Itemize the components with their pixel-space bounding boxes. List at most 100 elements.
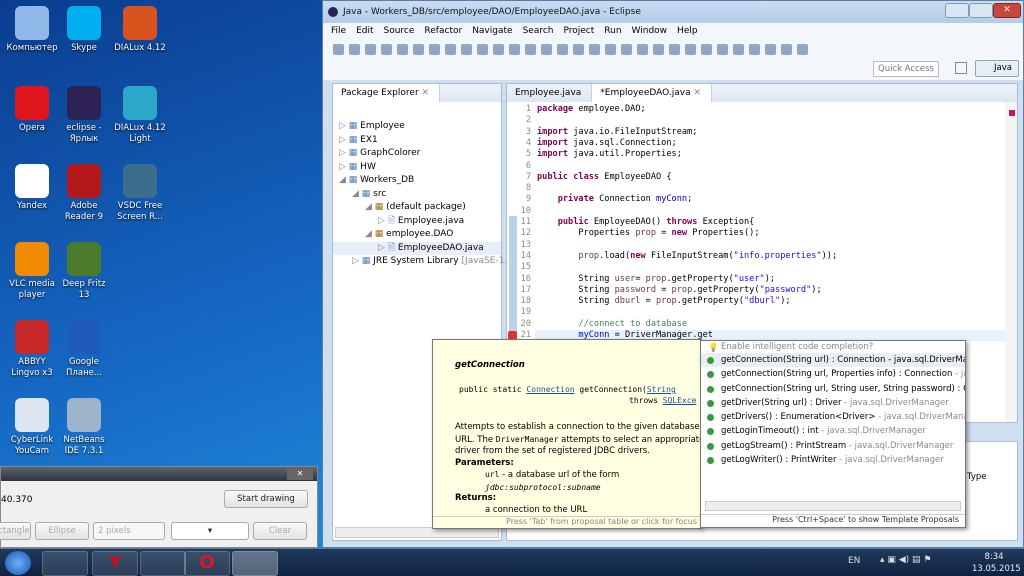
toolbar-button-icon[interactable]: [541, 43, 552, 55]
sqlexception-link[interactable]: SQLExce: [663, 396, 697, 405]
opera-taskbar-icon[interactable]: O: [184, 551, 230, 576]
vertical-scrollbar[interactable]: [1005, 102, 1017, 422]
desktop-icon[interactable]: ABBYY Lingvo x3: [4, 320, 60, 379]
language-indicator[interactable]: EN: [848, 556, 860, 566]
tree-item[interactable]: ▷ 🗎 EmployeeDAO.java: [333, 241, 501, 255]
toolbar-button-icon[interactable]: [653, 43, 664, 55]
tree-item[interactable]: ▷ 🗎 Employee.java: [333, 215, 501, 229]
expand-arrow-icon[interactable]: ▷: [339, 148, 349, 158]
tree-item[interactable]: ▷ ▦ HW: [333, 161, 501, 175]
expand-arrow-icon[interactable]: ◢: [365, 202, 375, 212]
desktop-icon[interactable]: eclipse - Ярлык: [56, 86, 112, 145]
tree-item[interactable]: ◢ ▦ src: [333, 188, 501, 202]
proposal-item[interactable]: getDrivers() : Enumeration<Driver> - jav…: [701, 410, 965, 424]
toolbar-button-icon[interactable]: [797, 43, 808, 55]
expand-arrow-icon[interactable]: ▷: [378, 243, 388, 253]
desktop-icon[interactable]: VLC media player: [4, 242, 60, 301]
menu-help[interactable]: Help: [677, 23, 698, 40]
desktop-icon[interactable]: Deep Fritz 13: [56, 242, 112, 301]
color-select[interactable]: ▾: [171, 522, 249, 540]
toolbar-button-icon[interactable]: [525, 43, 536, 55]
toolbar-button-icon[interactable]: [621, 43, 632, 55]
proposal-item[interactable]: getLogStream() : PrintStream - java.sql.…: [701, 439, 965, 453]
toolbar-button-icon[interactable]: [717, 43, 728, 55]
proposal-item[interactable]: getLogWriter() : PrintWriter - java.sql.…: [701, 453, 965, 467]
menu-file[interactable]: File: [331, 23, 346, 40]
open-perspective-icon[interactable]: [955, 62, 967, 74]
type-column-header[interactable]: Type: [967, 472, 987, 482]
proposal-item[interactable]: getConnection(String url, String user, S…: [701, 382, 965, 396]
proposal-item[interactable]: getConnection(String url) : Connection -…: [701, 353, 965, 368]
toolbar-button-icon[interactable]: [429, 43, 440, 55]
tree-item[interactable]: ▷ ▦ EX1: [333, 134, 501, 148]
expand-arrow-icon[interactable]: ▷: [339, 121, 349, 131]
toolbar-button-icon[interactable]: [413, 43, 424, 55]
close-icon[interactable]: ✕: [422, 88, 430, 98]
yandex-taskbar-icon[interactable]: Y: [92, 551, 138, 576]
toolbar-button-icon[interactable]: [365, 43, 376, 55]
desktop-icon[interactable]: Skype: [56, 6, 112, 54]
menu-source[interactable]: Source: [384, 23, 415, 40]
menu-search[interactable]: Search: [523, 23, 554, 40]
tree-item[interactable]: ◢ ▦ employee.DAO: [333, 228, 501, 242]
pen-width-select[interactable]: 2 pixels: [93, 522, 165, 540]
desktop-icon[interactable]: Компьютер: [4, 6, 60, 54]
calculator-taskbar-icon[interactable]: [140, 551, 186, 576]
menu-refactor[interactable]: Refactor: [424, 23, 462, 40]
close-button[interactable]: ✕: [993, 3, 1021, 18]
desktop-icon[interactable]: VSDC Free Screen R...: [112, 164, 168, 223]
menu-window[interactable]: Window: [632, 23, 668, 40]
clock[interactable]: 8:34 13.05.2015: [972, 551, 1021, 575]
toolbar-button-icon[interactable]: [557, 43, 568, 55]
tab-package-explorer[interactable]: Package Explorer ✕: [333, 84, 441, 102]
toolbar-button-icon[interactable]: [397, 43, 408, 55]
toolbar-button-icon[interactable]: [669, 43, 680, 55]
toolbar-button-icon[interactable]: [749, 43, 760, 55]
expand-arrow-icon[interactable]: ◢: [365, 229, 375, 239]
ellipse-button[interactable]: Ellipse: [35, 522, 89, 540]
desktop-icon[interactable]: Adobe Reader 9: [56, 164, 112, 223]
toolbar-button-icon[interactable]: [333, 43, 344, 55]
desktop-icon[interactable]: NetBeans IDE 7.3.1: [56, 398, 112, 457]
toolbar-button-icon[interactable]: [509, 43, 520, 55]
editor-tab[interactable]: *EmployeeDAO.java ✕: [592, 84, 712, 102]
expand-arrow-icon[interactable]: ▷: [339, 162, 349, 172]
toolbar-button-icon[interactable]: [381, 43, 392, 55]
clear-button[interactable]: Clear: [253, 522, 307, 540]
desktop-icon[interactable]: Google Плане...: [56, 320, 112, 379]
toolbar-button-icon[interactable]: [493, 43, 504, 55]
toolbar-button-icon[interactable]: [733, 43, 744, 55]
menu-run[interactable]: Run: [604, 23, 621, 40]
toolbar-button-icon[interactable]: [637, 43, 648, 55]
proposal-item[interactable]: getLoginTimeout() : int - java.sql.Drive…: [701, 424, 965, 438]
minimize-button[interactable]: [945, 3, 969, 18]
toolbar-button-icon[interactable]: [589, 43, 600, 55]
toolbar-button-icon[interactable]: [477, 43, 488, 55]
eclipse-taskbar-icon[interactable]: [232, 551, 278, 576]
expand-arrow-icon[interactable]: ▷: [352, 256, 362, 266]
desktop-icon[interactable]: DIALux 4.12: [112, 6, 168, 54]
tree-item[interactable]: ▷ ▦ JRE System Library [JavaSE-1.7]: [333, 255, 517, 269]
editor-tab[interactable]: Employee.java: [507, 84, 593, 102]
explorer-taskbar-icon[interactable]: [42, 551, 88, 576]
toolbar-button-icon[interactable]: [685, 43, 696, 55]
toolbar-button-icon[interactable]: [765, 43, 776, 55]
start-drawing-button[interactable]: Start drawing: [224, 490, 308, 508]
start-button[interactable]: [5, 551, 31, 575]
expand-arrow-icon[interactable]: ◢: [352, 189, 362, 199]
desktop-icon[interactable]: CyberLink YouCam: [4, 398, 60, 457]
tree-item[interactable]: ▷ ▦ GraphColorer: [333, 147, 501, 161]
close-icon[interactable]: ✕: [691, 88, 701, 98]
toolbar-button-icon[interactable]: [605, 43, 616, 55]
maximize-button[interactable]: [969, 3, 993, 18]
expand-arrow-icon[interactable]: ▷: [378, 216, 388, 226]
tree-item[interactable]: ◢ ▦ Workers_DB: [333, 174, 501, 188]
desktop-icon[interactable]: DIALux 4.12 Light: [112, 86, 168, 145]
java-perspective-button[interactable]: Java: [975, 60, 1019, 77]
toolbar-button-icon[interactable]: [445, 43, 456, 55]
tree-item[interactable]: ◢ ▦ (default package): [333, 201, 501, 215]
expand-arrow-icon[interactable]: ▷: [339, 135, 349, 145]
toolbar-button-icon[interactable]: [701, 43, 712, 55]
close-button[interactable]: ✕: [287, 468, 313, 480]
desktop-icon[interactable]: Opera: [4, 86, 60, 134]
